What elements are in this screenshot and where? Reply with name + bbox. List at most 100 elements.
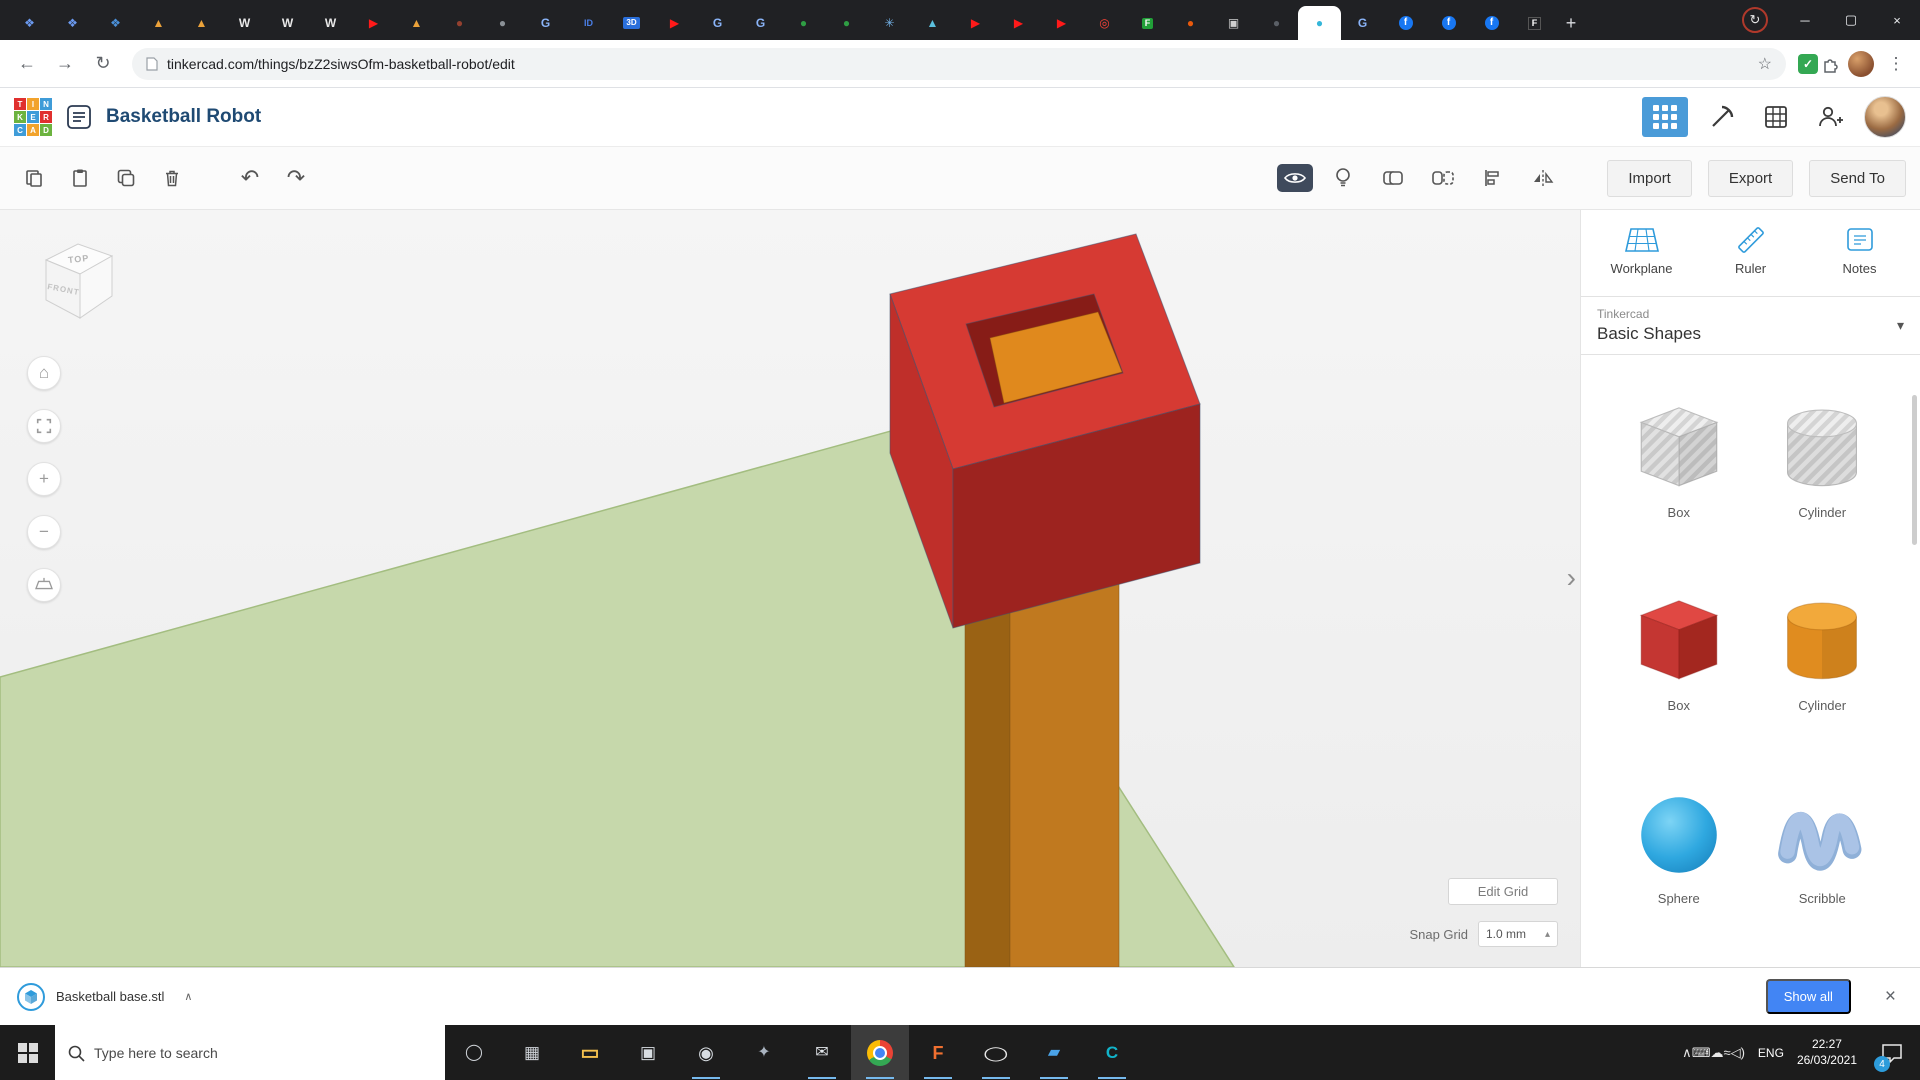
browser-tab[interactable]: ● [481, 6, 524, 40]
view-cube[interactable]: TOP FRONT [36, 230, 120, 326]
browser-tab[interactable]: W [309, 6, 352, 40]
download-filename[interactable]: Basketball base.stl [56, 989, 164, 1004]
language-indicator[interactable]: ENG [1758, 1046, 1784, 1060]
download-bar-close-icon[interactable]: × [1877, 982, 1904, 1012]
blocks-icon[interactable] [1756, 97, 1796, 137]
align-button[interactable] [1473, 158, 1513, 198]
steam-icon[interactable]: ◉ [677, 1025, 735, 1080]
task-view-icon[interactable]: ▦ [503, 1025, 561, 1080]
chrome-icon[interactable] [851, 1025, 909, 1080]
shape-tile-cylinder-hole[interactable]: Cylinder [1772, 399, 1872, 520]
f-app-icon[interactable]: F [909, 1025, 967, 1080]
browser-tab[interactable]: 3D [610, 6, 653, 40]
paste-button[interactable] [60, 158, 100, 198]
browser-tab[interactable]: G [739, 6, 782, 40]
home-view-button[interactable]: ⌂ [27, 356, 61, 390]
redo-button[interactable]: ↷ [276, 158, 316, 198]
bookmark-star-icon[interactable]: ☆ [1758, 54, 1772, 74]
zoom-out-button[interactable]: − [27, 515, 61, 549]
browser-tab[interactable]: ▲ [395, 6, 438, 40]
file-explorer-icon[interactable]: ▭ [561, 1025, 619, 1080]
address-bar[interactable]: tinkercad.com/things/bzZ2siwsOfm-basketb… [132, 48, 1786, 80]
close-button[interactable]: × [1874, 0, 1920, 40]
shape-tile-sphere[interactable]: Sphere [1629, 785, 1729, 906]
clipchamp-icon[interactable]: C [1083, 1025, 1141, 1080]
browser-tab[interactable]: ● [782, 6, 825, 40]
browser-tab[interactable]: F [1513, 6, 1556, 40]
taskbar-clock[interactable]: 22:27 26/03/2021 [1797, 1037, 1857, 1068]
back-button[interactable]: ← [10, 47, 44, 81]
browser-tab[interactable]: ● [1298, 6, 1341, 40]
browser-tab[interactable]: ▲ [911, 6, 954, 40]
invite-person-icon[interactable] [1810, 97, 1850, 137]
copy-button[interactable] [14, 158, 54, 198]
browser-tab[interactable]: ❖ [94, 6, 137, 40]
browser-tab[interactable]: ● [1169, 6, 1212, 40]
browser-tab[interactable]: ID [567, 6, 610, 40]
shape-tile-cylinder[interactable]: Cylinder [1772, 592, 1872, 713]
delete-button[interactable] [152, 158, 192, 198]
volume-tray-icon[interactable]: ◁) [1731, 1045, 1745, 1060]
start-button[interactable] [0, 1025, 55, 1080]
perspective-toggle-button[interactable] [27, 568, 61, 602]
camera-app-icon[interactable]: ▰ [1025, 1025, 1083, 1080]
wings-app-icon[interactable]: ✦ [735, 1025, 793, 1080]
3d-viewport[interactable]: TOP FRONT ⌂ + − Edit Grid Snap Grid 1.0 … [0, 210, 1580, 967]
browser-tab[interactable]: ● [825, 6, 868, 40]
export-button[interactable]: Export [1708, 160, 1793, 197]
browser-tab[interactable]: ● [438, 6, 481, 40]
browser-tab[interactable]: ✳ [868, 6, 911, 40]
shape-library-select[interactable]: Tinkercad Basic Shapes ▾ [1581, 296, 1920, 355]
browser-profile-avatar[interactable] [1848, 51, 1874, 77]
forward-button[interactable]: → [48, 47, 82, 81]
oval-app-icon[interactable]: ◯ [967, 1025, 1025, 1080]
browser-tab[interactable]: ▶ [997, 6, 1040, 40]
tray-expand-icon[interactable]: ∧ [1682, 1045, 1692, 1060]
show-all-downloads-button[interactable]: Show all [1766, 979, 1851, 1014]
panel-scrollbar[interactable] [1912, 395, 1917, 545]
browser-tab[interactable]: ▶ [352, 6, 395, 40]
browser-tab[interactable]: f [1470, 6, 1513, 40]
reload-button[interactable]: ↻ [86, 47, 120, 81]
taskbar-search[interactable] [55, 1025, 445, 1080]
browser-tab[interactable]: ❖ [51, 6, 94, 40]
ruler-tool[interactable]: Ruler [1706, 226, 1796, 276]
apps-grid-button[interactable] [1642, 97, 1688, 137]
browser-update-icon[interactable]: ↻ [1742, 7, 1768, 33]
light-bulb-button[interactable] [1323, 158, 1363, 198]
notification-center-button[interactable]: 4 [1870, 1025, 1914, 1080]
browser-tab[interactable]: G [696, 6, 739, 40]
import-button[interactable]: Import [1607, 160, 1692, 197]
download-chevron-icon[interactable]: ∧ [174, 984, 202, 1009]
shape-tile-scribble[interactable]: Scribble [1772, 785, 1872, 906]
send-to-button[interactable]: Send To [1809, 160, 1906, 197]
minimize-button[interactable]: ─ [1782, 0, 1828, 40]
design-menu-icon[interactable] [66, 104, 92, 130]
network-tray-icon[interactable]: ≈ [1723, 1045, 1730, 1060]
browser-tab[interactable]: ◎ [1083, 6, 1126, 40]
ungroup-button[interactable] [1423, 158, 1463, 198]
cloud-tray-icon[interactable]: ☁ [1710, 1045, 1723, 1060]
undo-button[interactable]: ↶ [230, 158, 270, 198]
mirror-button[interactable] [1523, 158, 1563, 198]
cortana-icon[interactable]: ◯ [445, 1025, 503, 1080]
browser-tab[interactable]: ● [1255, 6, 1298, 40]
microsoft-store-icon[interactable]: ▣ [619, 1025, 677, 1080]
maximize-button[interactable]: ▢ [1828, 0, 1874, 40]
duplicate-button[interactable] [106, 158, 146, 198]
browser-tab[interactable]: ❖ [8, 6, 51, 40]
browser-tab[interactable]: ▲ [137, 6, 180, 40]
browser-tab[interactable]: ▣ [1212, 6, 1255, 40]
shape-tile-box[interactable]: Box [1629, 592, 1729, 713]
extensions-puzzle-icon[interactable] [1822, 55, 1840, 73]
pickaxe-icon[interactable] [1702, 97, 1742, 137]
design-title[interactable]: Basketball Robot [106, 106, 261, 128]
mail-icon[interactable]: ✉ [793, 1025, 851, 1080]
shape-tile-box-hole[interactable]: Box [1629, 399, 1729, 520]
browser-tab[interactable]: G [524, 6, 567, 40]
browser-tab[interactable]: ▶ [954, 6, 997, 40]
panel-collapse-handle[interactable]: › [1567, 562, 1576, 594]
group-button[interactable] [1373, 158, 1413, 198]
tinkercad-logo[interactable]: TINKERCAD [14, 98, 52, 136]
keyboard-tray-icon[interactable]: ⌨ [1692, 1045, 1711, 1060]
